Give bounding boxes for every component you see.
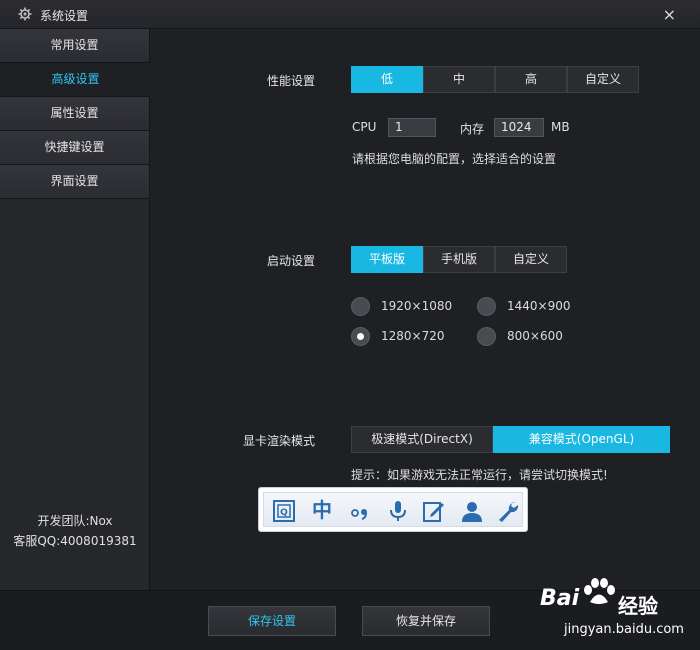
support-qq-text: 客服QQ:4008019381 xyxy=(13,534,137,548)
punctuation-icon[interactable] xyxy=(348,499,372,523)
close-icon[interactable]: × xyxy=(663,5,676,24)
perf-option-medium[interactable]: 中 xyxy=(423,66,495,93)
performance-hint: 请根据您电脑的配置，选择适合的设置 xyxy=(352,152,557,166)
startup-label: 启动设置 xyxy=(267,254,316,268)
graphics-label: 显卡渲染模式 xyxy=(243,434,316,448)
sidebar-item-interface[interactable]: 界面设置 xyxy=(0,165,150,199)
resolution-label: 800×600 xyxy=(507,329,563,343)
dev-team-text: 开发团队:Nox xyxy=(37,514,113,528)
resolution-label: 1920×1080 xyxy=(381,299,453,313)
svg-text:Q: Q xyxy=(280,508,288,518)
cpu-label: CPU xyxy=(352,120,377,134)
sidebar-item-properties[interactable]: 属性设置 xyxy=(0,97,150,131)
startup-option-custom[interactable]: 自定义 xyxy=(495,246,567,273)
resolution-1920x1080[interactable]: 1920×1080 xyxy=(351,297,461,317)
memory-unit: MB xyxy=(551,120,570,134)
sidebar: 常用设置 高级设置 属性设置 快捷键设置 界面设置 开发团队:Nox 客服QQ:… xyxy=(0,29,151,590)
perf-option-high[interactable]: 高 xyxy=(495,66,567,93)
save-settings-button[interactable]: 保存设置 xyxy=(208,606,336,636)
memory-input[interactable]: 1024 xyxy=(494,118,544,137)
sidebar-item-advanced[interactable]: 高级设置 xyxy=(0,63,151,97)
radio-button[interactable] xyxy=(477,297,496,316)
resolution-1280x720[interactable]: 1280×720 xyxy=(351,327,461,347)
handwriting-icon[interactable] xyxy=(422,499,446,523)
ime-toolbar: Q 中 xyxy=(258,487,528,532)
wrench-icon[interactable] xyxy=(496,499,520,523)
graphics-option-directx[interactable]: 极速模式(DirectX) xyxy=(351,426,493,453)
startup-option-phone[interactable]: 手机版 xyxy=(423,246,495,273)
perf-option-low[interactable]: 低 xyxy=(351,66,423,93)
radio-button[interactable] xyxy=(351,297,370,316)
startup-option-tablet[interactable]: 平板版 xyxy=(351,246,423,273)
watermark-url: jingyan.baidu.com xyxy=(564,622,684,637)
perf-option-custom[interactable]: 自定义 xyxy=(567,66,639,93)
sidebar-item-common[interactable]: 常用设置 xyxy=(0,29,150,63)
graphics-hint: 提示：如果游戏无法正常运行，请尝试切换模式! xyxy=(351,468,608,482)
performance-label: 性能设置 xyxy=(267,74,316,88)
restore-and-save-button[interactable]: 恢复并保存 xyxy=(362,606,490,636)
paw-logo-icon xyxy=(584,578,615,604)
chinese-mode-icon[interactable]: 中 xyxy=(310,497,334,522)
resolution-label: 1440×900 xyxy=(507,299,571,313)
cpu-input[interactable]: 1 xyxy=(388,118,436,137)
sidebar-item-shortcuts[interactable]: 快捷键设置 xyxy=(0,131,150,165)
baidu-watermark: Bai 经验 jingyan.baidu.com xyxy=(540,576,698,648)
radio-button[interactable] xyxy=(477,327,496,346)
gear-icon xyxy=(18,7,32,21)
resolution-800x600[interactable]: 800×600 xyxy=(477,327,587,347)
watermark-brand: Bai xyxy=(540,586,580,611)
microphone-icon[interactable] xyxy=(386,499,410,523)
window-title: 系统设置 xyxy=(40,9,89,23)
ime-toggle-icon[interactable]: Q xyxy=(272,499,296,523)
watermark-suffix: 经验 xyxy=(618,594,658,618)
graphics-option-opengl[interactable]: 兼容模式(OpenGL) xyxy=(493,426,670,453)
radio-button-checked[interactable] xyxy=(351,327,370,346)
user-icon[interactable] xyxy=(460,499,484,523)
resolution-label: 1280×720 xyxy=(381,329,445,343)
resolution-1440x900[interactable]: 1440×900 xyxy=(477,297,587,317)
memory-label: 内存 xyxy=(460,122,485,136)
ime-toolbar-inner: Q 中 xyxy=(263,492,523,527)
title-bar: 系统设置 × xyxy=(0,0,700,29)
